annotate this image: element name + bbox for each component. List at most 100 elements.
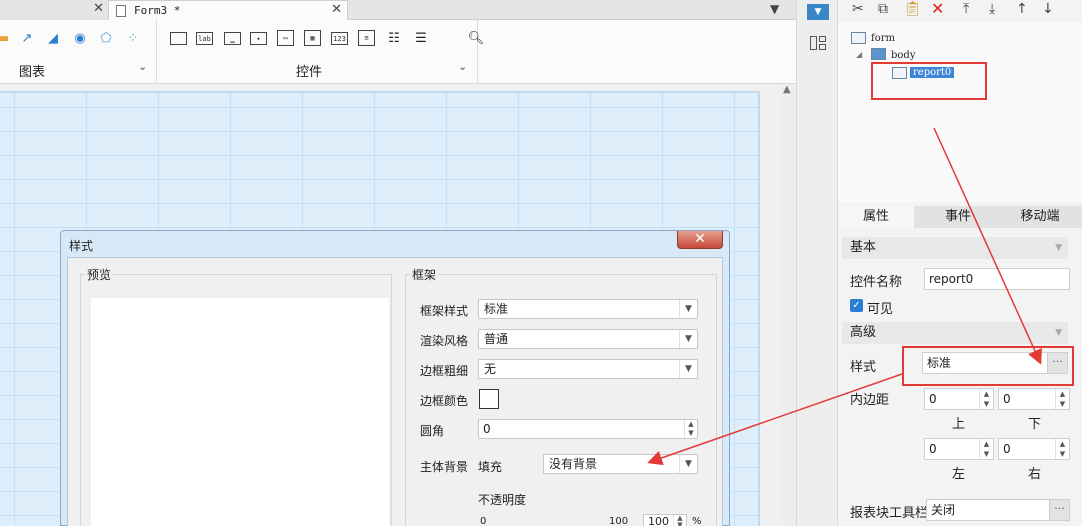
layout-icon[interactable] bbox=[810, 36, 826, 50]
tab-form3[interactable]: Form3 * ✕ bbox=[108, 0, 348, 21]
widget-name-value: report0 bbox=[929, 272, 974, 286]
body-bg-label: 主体背景 bbox=[420, 460, 469, 474]
search-doc-icon[interactable]: 🔍︎ bbox=[467, 29, 485, 47]
delete-icon[interactable]: ✕ bbox=[931, 0, 944, 18]
corner-spinner[interactable]: 0 ▲ ▼ bbox=[478, 419, 698, 439]
move-up-icon[interactable]: ↑ bbox=[1016, 1, 1028, 17]
radio-group-icon[interactable]: ☷ bbox=[385, 29, 403, 47]
document-tab-bar: ✕ Form3 * ✕ ▼ bbox=[0, 0, 796, 21]
more-options-button[interactable]: ··· bbox=[1049, 500, 1069, 520]
corner-label: 圆角 bbox=[420, 424, 445, 438]
style-dialog: 样式 ✕ 预览 框架 框架样式 标准 ▼ 渲染风格 普通 ▼ 边框粗细 无 ▼ … bbox=[60, 230, 730, 526]
render-style-value: 普通 bbox=[484, 332, 509, 346]
calendar-widget-icon[interactable]: ▦ bbox=[304, 30, 321, 46]
padding-top-value: 0 bbox=[929, 392, 937, 406]
spinner-arrows-icon[interactable]: ▲ ▼ bbox=[684, 420, 697, 438]
tab-previous[interactable]: ✕ bbox=[0, 0, 108, 20]
scroll-up-icon[interactable]: ▲ bbox=[783, 84, 791, 95]
tab-events[interactable]: 事件 bbox=[920, 206, 996, 228]
move-bottom-icon[interactable]: ⤓ bbox=[989, 1, 995, 17]
expand-triangle-icon[interactable]: ◢ bbox=[856, 50, 862, 59]
move-top-icon[interactable]: ⤒ bbox=[963, 1, 969, 17]
frame-style-select[interactable]: 标准 ▼ bbox=[478, 299, 698, 319]
dropdown-widget-icon[interactable]: ▾ bbox=[250, 32, 267, 45]
chevron-down-icon[interactable]: ⌄ bbox=[138, 60, 147, 73]
fill-label: 填充 bbox=[478, 460, 503, 474]
frame-widget-icon[interactable] bbox=[170, 32, 187, 45]
property-tabs: 属性 事件 移动端 bbox=[838, 206, 1082, 228]
style-label: 样式 bbox=[850, 360, 877, 375]
tab-properties[interactable]: 属性 bbox=[838, 206, 914, 228]
chevron-down-icon[interactable]: ▼ bbox=[679, 455, 697, 473]
chevron-down-icon[interactable]: ▼ bbox=[679, 360, 697, 378]
render-style-select[interactable]: 普通 ▼ bbox=[478, 329, 698, 349]
widget-tree-toggle-icon[interactable]: ▼ bbox=[807, 4, 829, 20]
copy-icon[interactable]: ⧉ bbox=[878, 1, 888, 17]
area-chart-icon[interactable]: ◢ bbox=[44, 29, 62, 47]
padding-left-input[interactable]: 0 ▲ ▼ bbox=[924, 438, 994, 460]
render-style-label: 渲染风格 bbox=[420, 334, 469, 348]
tree-node-form[interactable]: form bbox=[871, 33, 895, 44]
close-icon[interactable]: ✕ bbox=[93, 1, 104, 16]
bar-chart-icon[interactable]: ▬ bbox=[0, 29, 12, 47]
radar-chart-icon[interactable]: ⬠ bbox=[97, 29, 115, 47]
side-tool-strip: ▼ bbox=[796, 0, 838, 526]
scatter-chart-icon[interactable]: ⁘ bbox=[124, 29, 142, 47]
spinner-arrows-icon[interactable]: ▲ ▼ bbox=[673, 515, 686, 526]
line-chart-icon[interactable]: ↗ bbox=[18, 29, 36, 47]
chevron-down-icon[interactable]: ▼ bbox=[1055, 237, 1062, 259]
vertical-scrollbar[interactable]: ▲ bbox=[780, 84, 796, 526]
padding-left-value: 0 bbox=[929, 442, 937, 456]
opacity-spinner[interactable]: 100 ▲ ▼ bbox=[643, 514, 687, 526]
basic-section-header[interactable]: 基本 ▼ bbox=[842, 237, 1068, 259]
tree-node-body[interactable]: body bbox=[891, 50, 915, 61]
visible-checkbox[interactable]: ✓ bbox=[850, 299, 863, 312]
textbox-widget-icon[interactable]: ▁ bbox=[224, 32, 241, 45]
preview-area bbox=[91, 298, 389, 526]
form-node-icon bbox=[851, 32, 866, 44]
spinner-arrows-icon[interactable]: ▲ ▼ bbox=[979, 439, 993, 459]
border-width-select[interactable]: 无 ▼ bbox=[478, 359, 698, 379]
move-down-icon[interactable]: ↓ bbox=[1042, 1, 1054, 17]
corner-value: 0 bbox=[483, 422, 491, 436]
advanced-section-header[interactable]: 高级 ▼ bbox=[842, 322, 1068, 344]
chevron-down-icon[interactable]: ▼ bbox=[1055, 322, 1062, 344]
chevron-down-icon[interactable]: ▼ bbox=[679, 330, 697, 348]
checkbox-group-icon[interactable]: ☰ bbox=[412, 29, 430, 47]
border-color-picker[interactable] bbox=[479, 389, 499, 409]
dialog-close-button[interactable]: ✕ bbox=[677, 231, 723, 249]
padding-top-input[interactable]: 0 ▲ ▼ bbox=[924, 388, 994, 410]
number-widget-icon[interactable]: 123 bbox=[331, 32, 348, 45]
frame-style-label: 框架样式 bbox=[420, 304, 469, 318]
form-widget-icon[interactable]: ▭ bbox=[277, 30, 294, 46]
padding-top-caption: 上 bbox=[952, 417, 966, 432]
spinner-arrows-icon[interactable]: ▲ ▼ bbox=[1055, 439, 1069, 459]
frame-title: 框架 bbox=[410, 266, 439, 283]
close-icon[interactable]: ✕ bbox=[331, 2, 342, 17]
spinner-arrows-icon[interactable]: ▲ ▼ bbox=[1055, 389, 1069, 409]
widget-name-input[interactable]: report0 bbox=[924, 268, 1070, 290]
paste-icon[interactable]: 📋︎ bbox=[904, 1, 922, 17]
widget-name-label: 控件名称 bbox=[850, 275, 903, 290]
spinner-arrows-icon[interactable]: ▲ ▼ bbox=[979, 389, 993, 409]
advanced-section-title: 高级 bbox=[850, 325, 877, 340]
chart-group: ▬ ↗ ◢ ◉ ⬠ ⁘ 图表 ⌄ bbox=[0, 20, 157, 84]
label-widget-icon[interactable]: lab bbox=[196, 32, 213, 45]
chevron-down-icon[interactable]: ▼ bbox=[679, 300, 697, 318]
annotation-box-style bbox=[902, 346, 1074, 386]
tab-menu-icon[interactable]: ▼ bbox=[770, 2, 779, 16]
background-select[interactable]: 没有背景 ▼ bbox=[543, 454, 698, 474]
chevron-down-icon[interactable]: ⌄ bbox=[458, 60, 467, 73]
report-toolbar-input[interactable]: 关闭 ··· bbox=[926, 499, 1070, 521]
preview-title: 预览 bbox=[85, 266, 114, 283]
gauge-chart-icon[interactable]: ◉ bbox=[71, 29, 89, 47]
border-color-label: 边框颜色 bbox=[420, 394, 469, 408]
cut-icon[interactable]: ✂ bbox=[852, 1, 864, 17]
padding-left-caption: 左 bbox=[952, 467, 966, 482]
border-width-value: 无 bbox=[484, 362, 497, 376]
tab-mobile[interactable]: 移动端 bbox=[1002, 206, 1078, 228]
padding-right-caption: 右 bbox=[1028, 467, 1042, 482]
padding-bottom-input[interactable]: 0 ▲ ▼ bbox=[998, 388, 1070, 410]
padding-right-input[interactable]: 0 ▲ ▼ bbox=[998, 438, 1070, 460]
list-widget-icon[interactable]: ≡ bbox=[358, 30, 375, 46]
